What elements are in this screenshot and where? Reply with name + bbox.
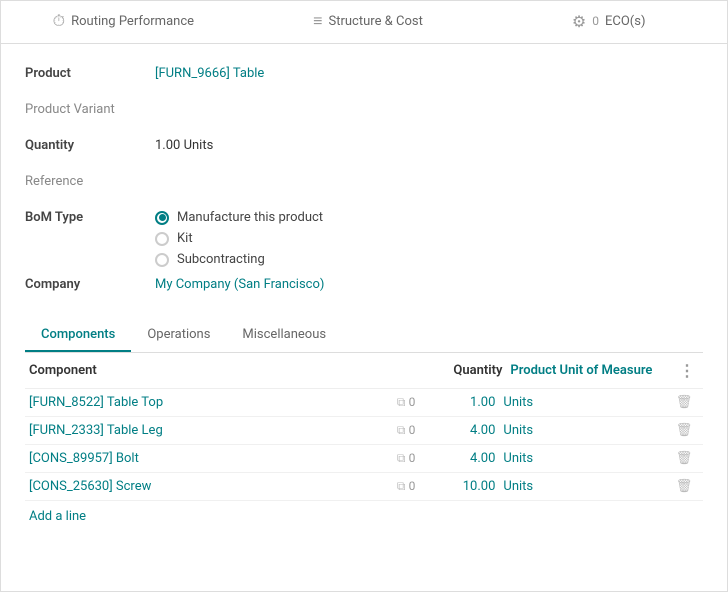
components-table: Component Quantity Product Unit of Measu… [25, 353, 703, 532]
reference-row: Reference [25, 172, 703, 200]
bom-type-options: Manufacture this product Kit Subcontract… [155, 208, 703, 267]
tab-routing-label: Routing Performance [71, 14, 194, 29]
tab-components[interactable]: Components [25, 319, 131, 352]
copy-btn-3[interactable]: ⧉ [397, 451, 406, 465]
table-header: Component Quantity Product Unit of Measu… [25, 353, 703, 389]
table-row: [FURN_8522] Table Top ⧉ 0 1.00 Units 🗑 [25, 389, 703, 417]
copy-icon-3: ⧉ 0 [305, 451, 423, 466]
product-row: Product [FURN_9666] Table [25, 64, 703, 92]
component-link-3[interactable]: [CONS_89957] Bolt [29, 451, 139, 466]
table-row: [CONS_89957] Bolt ⧉ 0 4.00 Units 🗑 [25, 445, 703, 473]
delete-row-2[interactable]: 🗑 [669, 423, 699, 438]
eco-label: ECO(s) [605, 14, 645, 29]
row-unit-2[interactable]: Units [503, 423, 669, 438]
product-link[interactable]: [FURN_9666] Table [155, 66, 264, 81]
row-qty-2: 4.00 [423, 423, 503, 438]
radio-manufacture [155, 211, 169, 225]
copy-btn-4[interactable]: ⧉ [397, 479, 406, 493]
quantity-row: Quantity 1.00 Units [25, 136, 703, 164]
copy-icon-4: ⧉ 0 [305, 479, 423, 494]
product-variant-row: Product Variant [25, 100, 703, 128]
delete-row-4[interactable]: 🗑 [669, 479, 699, 494]
component-name-3: [CONS_89957] Bolt [29, 451, 305, 466]
company-label: Company [25, 275, 155, 292]
copy-btn-2[interactable]: ⧉ [397, 423, 406, 437]
tab-structure-label: Structure & Cost [329, 14, 423, 29]
main-content: Product [FURN_9666] Table Product Varian… [1, 44, 727, 591]
delete-row-1[interactable]: 🗑 [669, 395, 699, 410]
radio-kit [155, 232, 169, 246]
product-variant-label: Product Variant [25, 100, 155, 117]
copy-icon-1: ⧉ 0 [305, 395, 423, 410]
company-row: Company My Company (San Francisco) [25, 275, 703, 303]
bom-subcontracting-option[interactable]: Subcontracting [155, 252, 703, 267]
eco-count: 0 [592, 14, 599, 28]
tab-routing-performance[interactable]: ⏱ Routing Performance [1, 1, 246, 43]
table-row: [FURN_2333] Table Leg ⧉ 0 4.00 Units 🗑 [25, 417, 703, 445]
row-unit-4[interactable]: Units [503, 479, 669, 494]
bom-manufacture-option[interactable]: Manufacture this product [155, 210, 703, 225]
add-line-button[interactable]: Add a line [25, 501, 703, 532]
app-window: ⏱ Routing Performance ≡ Structure & Cost… [0, 0, 728, 592]
col-header-unit: Product Unit of Measure [510, 363, 679, 378]
tab-eco[interactable]: ⚙ 0 ECO(s) [490, 1, 727, 43]
row-unit-1[interactable]: Units [503, 395, 669, 410]
radio-subcontracting [155, 253, 169, 267]
clock-icon: ⏱ [53, 11, 65, 31]
table-row: [CONS_25630] Screw ⧉ 0 10.00 Units 🗑 [25, 473, 703, 501]
row-unit-3[interactable]: Units [503, 451, 669, 466]
component-link-1[interactable]: [FURN_8522] Table Top [29, 395, 163, 410]
product-variant-value [155, 100, 703, 102]
tabs-bar: Components Operations Miscellaneous [25, 319, 703, 353]
more-options-icon[interactable]: ⋮ [679, 361, 699, 380]
component-link-2[interactable]: [FURN_2333] Table Leg [29, 423, 163, 438]
tab-structure-cost[interactable]: ≡ Structure & Cost [246, 1, 491, 43]
component-link-4[interactable]: [CONS_25630] Screw [29, 479, 151, 494]
delete-row-3[interactable]: 🗑 [669, 451, 699, 466]
copy-icon-2: ⧉ 0 [305, 423, 423, 438]
component-name-2: [FURN_2333] Table Leg [29, 423, 305, 438]
row-qty-4: 10.00 [423, 479, 503, 494]
row-qty-1: 1.00 [423, 395, 503, 410]
bom-type-row: BoM Type Manufacture this product Kit Su… [25, 208, 703, 267]
bom-kit-option[interactable]: Kit [155, 231, 703, 246]
product-value: [FURN_9666] Table [155, 64, 703, 81]
kit-label: Kit [177, 231, 193, 246]
quantity-label: Quantity [25, 136, 155, 153]
company-value: My Company (San Francisco) [155, 275, 703, 292]
copy-btn-1[interactable]: ⧉ [397, 395, 406, 409]
bom-type-label: BoM Type [25, 208, 155, 225]
quantity-value: 1.00 Units [155, 136, 703, 153]
component-name-4: [CONS_25630] Screw [29, 479, 305, 494]
tab-miscellaneous[interactable]: Miscellaneous [226, 319, 342, 352]
row-qty-3: 4.00 [423, 451, 503, 466]
component-name-1: [FURN_8522] Table Top [29, 395, 305, 410]
list-icon: ≡ [313, 11, 322, 31]
manufacture-label: Manufacture this product [177, 210, 323, 225]
add-line-label: Add a line [29, 509, 86, 524]
col-header-quantity: Quantity [430, 363, 510, 378]
gear-icon: ⚙ [572, 12, 586, 31]
reference-value [155, 172, 703, 174]
top-nav: ⏱ Routing Performance ≡ Structure & Cost… [1, 1, 727, 44]
reference-label: Reference [25, 172, 155, 189]
col-header-component: Component [29, 363, 310, 378]
tab-operations[interactable]: Operations [131, 319, 226, 352]
subcontracting-label: Subcontracting [177, 252, 265, 267]
product-label: Product [25, 64, 155, 81]
